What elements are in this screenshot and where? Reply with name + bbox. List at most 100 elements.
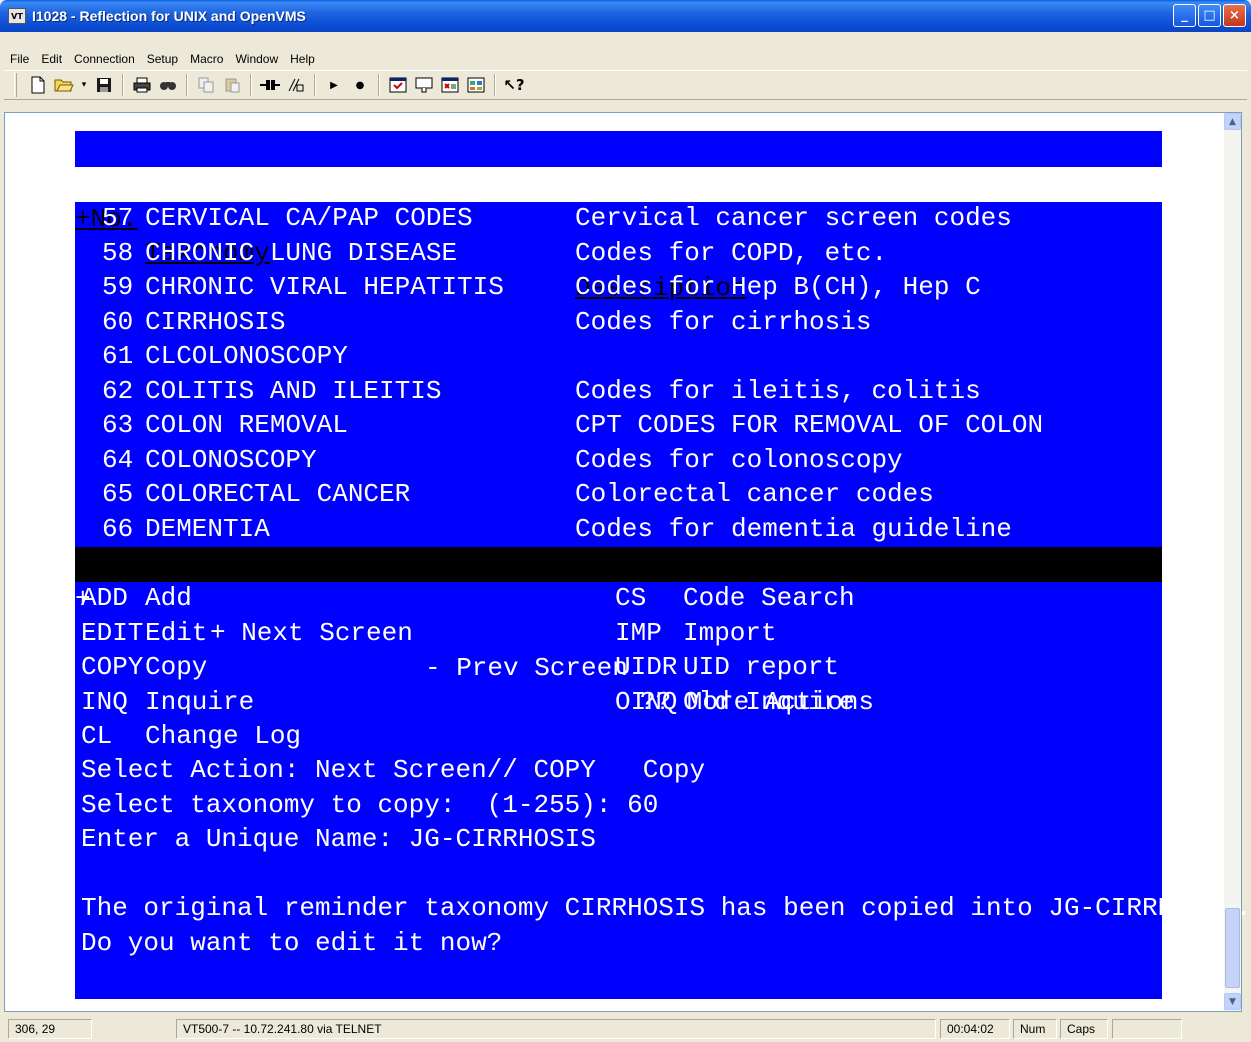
paste-icon[interactable] [221,74,243,96]
row-number: 64 [102,444,134,475]
minimize-button[interactable]: _ [1173,4,1196,27]
action-label: Old Inquire [683,686,855,717]
action-label: Inquire [145,686,255,717]
action-code: INQ [81,686,128,717]
row-description: Colorectal cancer codes [575,479,934,509]
row-description: Cervical cancer screen codes [575,203,1012,233]
navigation-bar: + + Next Screen - Prev Screen ?? More Ac… [75,547,1162,717]
action-label: Copy [145,652,208,682]
row-description: Codes for COPD, etc. [575,237,888,268]
row-number: 59 [102,272,134,302]
row-taxonomy-name: CIRRHOSIS [145,306,286,337]
find-icon[interactable] [157,74,179,96]
window-title: I1028 - Reflection for UNIX and OpenVMS [32,8,306,24]
terminal-output-line: Select Action: Next Screen// COPY Copy [81,755,706,785]
row-taxonomy-name: COLONOSCOPY [145,444,317,475]
row-taxonomy-name: CHRONIC VIRAL HEPATITIS [145,272,504,302]
caps-lock-indicator: Caps [1060,1019,1108,1039]
menu-help[interactable]: Help [284,52,321,66]
session-timer: 00:04:02 [940,1019,1010,1039]
save-icon[interactable] [93,74,115,96]
row-number: 62 [102,375,134,406]
scroll-thumb[interactable] [1225,908,1240,988]
play-macro-icon[interactable]: ▶ [323,74,345,96]
connection-status: VT500-7 -- 10.72.241.80 via TELNET [176,1019,936,1039]
copy-icon[interactable] [195,74,217,96]
menu-edit[interactable]: Edit [35,52,68,66]
action-code: CL [81,721,113,751]
menu-file[interactable]: File [4,52,35,66]
row-number: 58 [102,237,134,268]
action-label: Code Search [683,583,855,613]
row-number: 63 [102,410,134,440]
reflection-app-icon[interactable]: VT [8,8,26,24]
action-label: UID report [683,652,840,682]
terminal-output-line: Select taxonomy to copy: (1-255): 60 [81,789,659,820]
settings-icon[interactable] [387,74,409,96]
row-number: 60 [102,306,134,337]
nav-next-screen[interactable]: + Next Screen [210,616,413,651]
scroll-down-button[interactable]: ▼ [1224,993,1241,1010]
list-header: +No. Taxonomy Description [75,167,1162,303]
row-taxonomy-name: CHRONIC LUNG DISEASE [145,237,458,268]
terminal-screen[interactable]: +No. Taxonomy Description 57 CERVICAL CA/… [75,131,1251,999]
toolbar: ▾ ▶ ● ↖? [4,70,1247,100]
scroll-up-button[interactable]: ▲ [1224,113,1241,130]
row-number: 57 [102,203,134,233]
menu-window[interactable]: Window [229,52,284,66]
cursor-position: 306, 29 [8,1019,92,1039]
terminal-output-line: Do you want to edit it now? [81,927,503,958]
toolbar-icon[interactable] [465,74,487,96]
row-description: CPT CODES FOR REMOVAL OF COLON [575,410,1044,440]
row-taxonomy-name: DEMENTIA [145,513,270,544]
keyboard-icon[interactable] [413,74,435,96]
row-description: Codes for Hep B(CH), Hep C [575,272,981,302]
terminal-frame: +No. Taxonomy Description 57 CERVICAL CA/… [4,112,1251,1012]
open-dropdown-icon[interactable]: ▾ [79,74,89,96]
row-taxonomy-name: CERVICAL CA/PAP CODES [145,203,473,233]
action-label: Import [683,617,777,648]
menu-connection[interactable]: Connection [68,52,141,66]
row-description: Codes for colonoscopy [575,444,903,475]
num-lock-indicator: Num [1013,1019,1057,1039]
menu-bar: File Edit Connection Setup Macro Window … [4,48,1247,70]
action-code: COPY [81,652,144,682]
connect-icon[interactable] [259,74,281,96]
status-bar: 306, 29 VT500-7 -- 10.72.241.80 via TELN… [0,1016,1251,1042]
row-taxonomy-name: COLON REMOVAL [145,410,348,440]
open-icon[interactable] [53,74,75,96]
row-number: 65 [102,479,134,509]
action-code: UIDR [615,652,678,682]
menu-macro[interactable]: Macro [184,52,229,66]
row-taxonomy-name: CLCOLONOSCOPY [145,341,348,371]
toolbar-grip[interactable] [14,73,17,97]
action-code: CS [615,583,647,613]
maximize-button[interactable]: □ [1198,4,1221,27]
row-description: Codes for ileitis, colitis [575,375,981,406]
row-number: 66 [102,513,134,544]
display-icon[interactable] [439,74,461,96]
row-taxonomy-name: COLORECTAL CANCER [145,479,411,509]
nav-prev-screen[interactable]: - Prev Screen [425,651,628,686]
vertical-scrollbar[interactable]: ▲ ▼ [1224,113,1241,1011]
close-button[interactable]: × [1223,4,1246,27]
row-description: Codes for dementia guideline [575,513,1012,544]
row-number: 61 [102,341,134,371]
row-description: Codes for cirrhosis [575,306,872,337]
row-taxonomy-name: COLITIS AND ILEITIS [145,375,442,406]
menu-setup[interactable]: Setup [141,52,184,66]
action-code: OINQ [615,686,678,717]
new-icon[interactable] [27,74,49,96]
action-label: Change Log [145,721,302,751]
disconnect-icon[interactable] [285,74,307,96]
action-code: EDIT [81,617,144,648]
record-macro-icon[interactable]: ● [349,74,371,96]
action-label: Edit [145,617,208,648]
print-icon[interactable] [131,74,153,96]
help-icon[interactable]: ↖? [503,74,525,96]
terminal-output-line: Enter a Unique Name: JG-CIRRHOSIS [81,824,596,854]
action-code: IMP [615,617,662,648]
status-empty-panel [1112,1019,1182,1039]
terminal-output-line: The original reminder taxonomy CIRRHOSIS… [81,893,1251,923]
title-bar[interactable]: VT I1028 - Reflection for UNIX and OpenV… [0,0,1251,32]
